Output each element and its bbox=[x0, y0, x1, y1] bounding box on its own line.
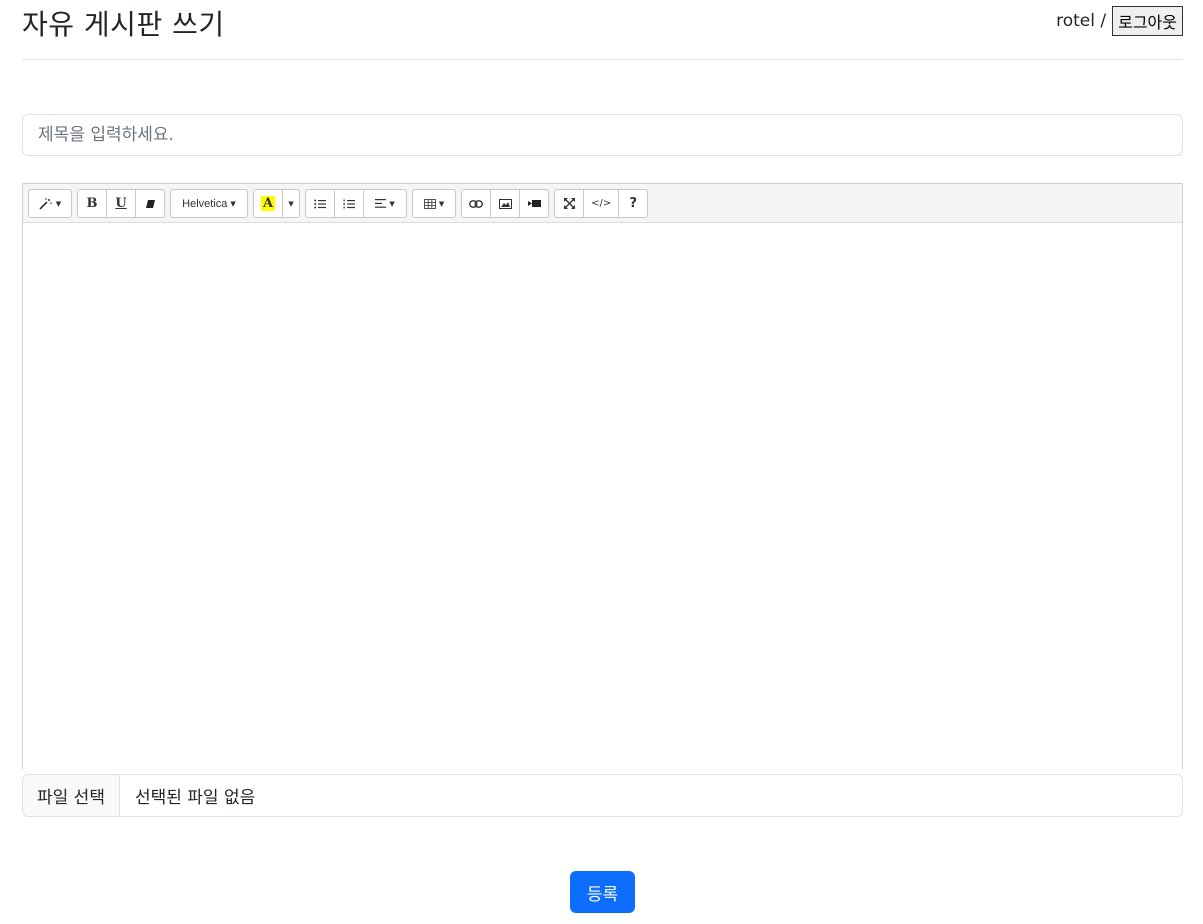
codeview-button[interactable]: </> bbox=[583, 189, 620, 218]
eraser-icon bbox=[145, 199, 155, 208]
ordered-list-button[interactable] bbox=[334, 189, 365, 218]
color-button[interactable]: A bbox=[253, 189, 284, 218]
fullscreen-icon bbox=[563, 198, 575, 209]
font-name-group: Helvetica ▼ bbox=[170, 189, 248, 218]
font-name-label: Helvetica bbox=[182, 197, 228, 210]
magic-wand-icon bbox=[39, 197, 52, 210]
help-button[interactable]: ? bbox=[618, 189, 649, 218]
underline-button[interactable]: U bbox=[106, 189, 136, 218]
fullscreen-button[interactable] bbox=[554, 189, 585, 218]
align-dropdown-button[interactable]: ▼ bbox=[363, 189, 408, 218]
submit-button[interactable]: 등록 bbox=[570, 871, 635, 913]
font-name-dropdown[interactable]: Helvetica ▼ bbox=[170, 189, 248, 218]
title-input[interactable] bbox=[22, 114, 1183, 156]
link-icon bbox=[469, 199, 483, 208]
align-left-icon bbox=[375, 199, 387, 208]
picture-button[interactable] bbox=[490, 189, 521, 218]
page-title: 자유 게시판 쓰기 bbox=[22, 8, 225, 41]
caret-down-icon: ▼ bbox=[230, 199, 236, 208]
style-group: ▼ bbox=[28, 189, 72, 218]
color-dropdown-button[interactable]: ▼ bbox=[282, 189, 301, 218]
font-style-group: B U bbox=[77, 189, 165, 218]
file-input: 파일 선택 선택된 파일 없음 bbox=[22, 774, 1183, 817]
bold-button[interactable]: B bbox=[77, 189, 107, 218]
file-choose-button[interactable]: 파일 선택 bbox=[23, 775, 120, 816]
clear-format-button[interactable] bbox=[135, 189, 165, 218]
style-dropdown-button[interactable]: ▼ bbox=[28, 189, 72, 218]
video-icon bbox=[527, 200, 541, 207]
logout-button[interactable]: 로그아웃 bbox=[1112, 6, 1183, 36]
user-area: rotel / 로그아웃 bbox=[1056, 6, 1183, 36]
link-button[interactable] bbox=[461, 189, 492, 218]
color-group: A ▼ bbox=[253, 189, 301, 218]
username: rotel / bbox=[1056, 11, 1107, 31]
table-dropdown-button[interactable]: ▼ bbox=[412, 189, 457, 218]
view-group: </> ? bbox=[554, 189, 649, 218]
caret-down-icon: ▼ bbox=[288, 199, 294, 208]
video-button[interactable] bbox=[519, 189, 550, 218]
page-header: 자유 게시판 쓰기 rotel / 로그아웃 bbox=[22, 0, 1183, 60]
editor-content-area[interactable] bbox=[23, 223, 1182, 769]
table-group: ▼ bbox=[412, 189, 457, 218]
rich-text-editor: ▼ B U Helvetica ▼ A ▼ ▼ ▼ </> ? bbox=[22, 183, 1183, 769]
picture-icon bbox=[498, 198, 512, 209]
editor-toolbar: ▼ B U Helvetica ▼ A ▼ ▼ ▼ </> ? bbox=[23, 184, 1182, 223]
caret-down-icon: ▼ bbox=[55, 199, 62, 208]
unordered-list-button[interactable] bbox=[305, 189, 336, 218]
ordered-list-icon bbox=[343, 199, 356, 208]
insert-group bbox=[461, 189, 550, 218]
paragraph-group: ▼ bbox=[305, 189, 408, 218]
caret-down-icon: ▼ bbox=[389, 199, 395, 208]
caret-down-icon: ▼ bbox=[438, 199, 445, 208]
unordered-list-icon bbox=[314, 199, 327, 208]
table-icon bbox=[423, 198, 436, 209]
font-color-icon: A bbox=[261, 196, 276, 211]
file-status: 선택된 파일 없음 bbox=[134, 788, 256, 808]
